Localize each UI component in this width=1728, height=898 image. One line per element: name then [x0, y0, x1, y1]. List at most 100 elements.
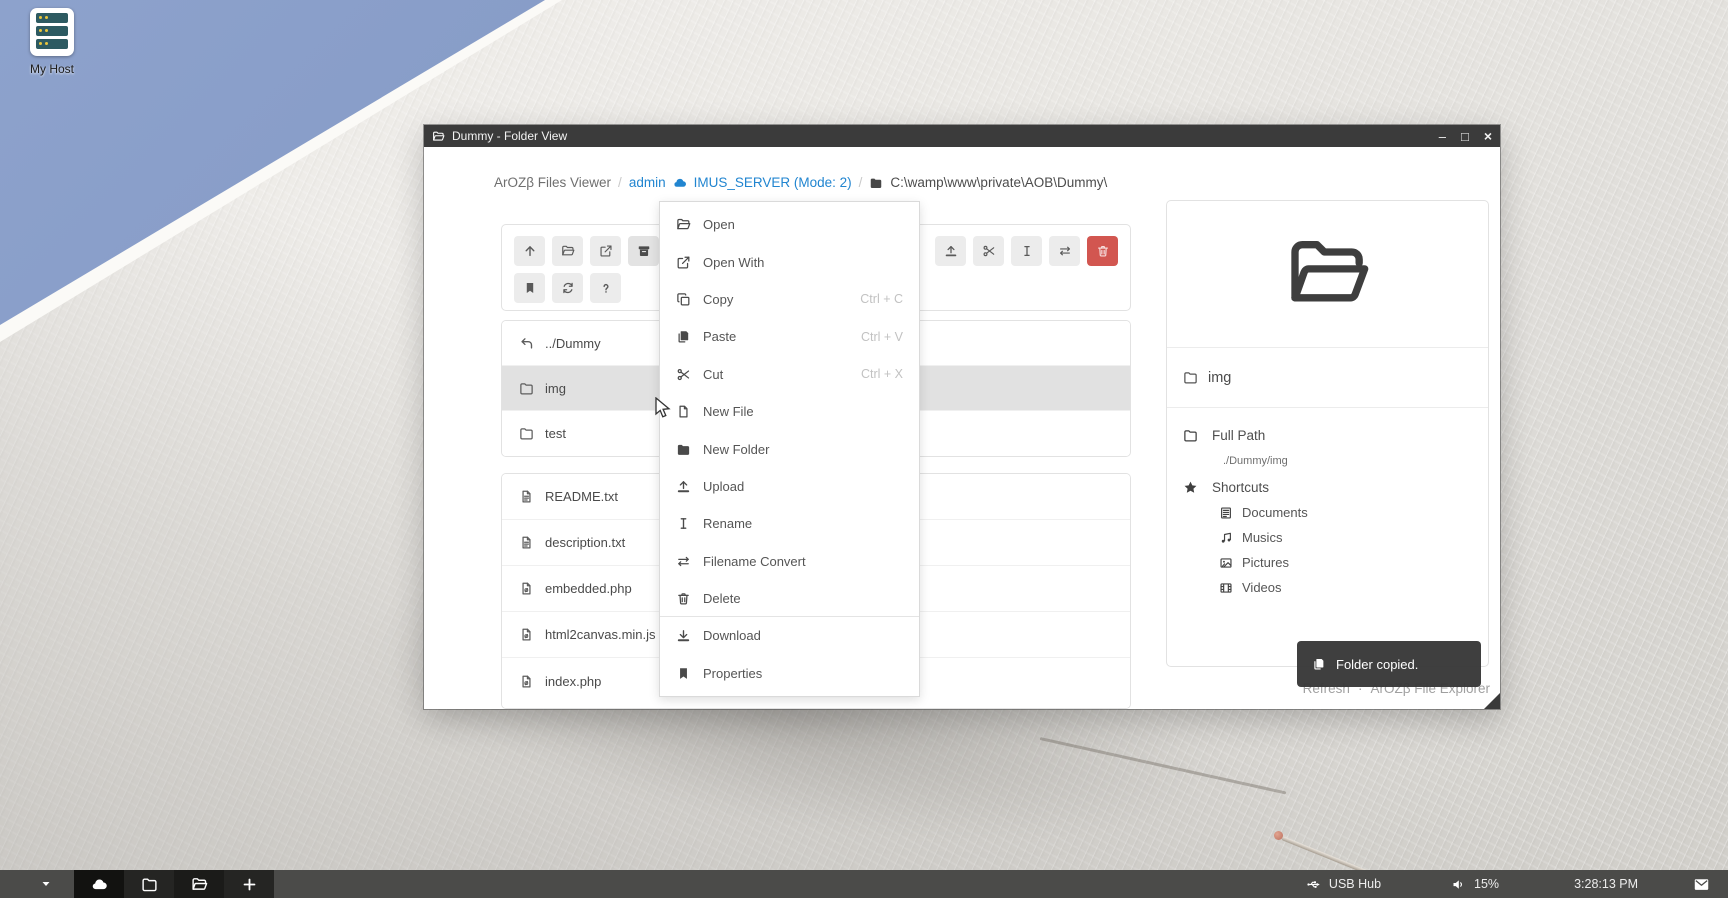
- cloud-icon: [91, 876, 108, 893]
- shortcut-documents[interactable]: Documents: [1167, 500, 1488, 525]
- folder-icon: [1183, 370, 1198, 385]
- film-icon: [1219, 581, 1233, 595]
- menu-item-copy[interactable]: Copy Ctrl + C: [660, 281, 919, 318]
- breadcrumb-user-link[interactable]: admin: [629, 175, 666, 190]
- delete-button[interactable]: [1087, 236, 1118, 266]
- selected-item-row[interactable]: img: [1167, 348, 1488, 408]
- menu-item-new-file[interactable]: New File: [660, 393, 919, 430]
- taskbar-app-folder-open[interactable]: [174, 870, 224, 898]
- folder-open-icon: [432, 130, 445, 143]
- desktop-icon-label: My Host: [14, 62, 90, 76]
- file-row-partial: [502, 704, 1130, 709]
- archive-button[interactable]: [628, 236, 659, 266]
- refresh-button[interactable]: [552, 273, 583, 303]
- paste-icon: [676, 329, 691, 344]
- download-icon: [676, 628, 691, 643]
- menu-item-cut[interactable]: Cut Ctrl + X: [660, 356, 919, 393]
- full-path-value: ./Dummy/img: [1167, 448, 1488, 474]
- full-path-header: Full Path: [1167, 422, 1488, 448]
- swap-icon: [676, 554, 691, 569]
- menu-item-open-with[interactable]: Open With: [660, 243, 919, 280]
- shortcut-videos[interactable]: Videos: [1167, 575, 1488, 600]
- file-text-icon: [519, 489, 534, 504]
- ski-pole-grip: [1274, 831, 1283, 840]
- server-icon: [30, 8, 74, 56]
- menu-item-new-folder[interactable]: New Folder: [660, 430, 919, 467]
- ibeam-icon: [1020, 244, 1034, 258]
- scissors-icon: [676, 367, 691, 382]
- breadcrumb: ArOZβ Files Viewer / admin IMUS_SERVER (…: [494, 175, 1107, 190]
- menu-item-filename-convert[interactable]: Filename Convert: [660, 543, 919, 580]
- usb-label: USB Hub: [1329, 877, 1381, 891]
- file-code-icon: [519, 627, 534, 642]
- breadcrumb-path: C:\wamp\www\private\AOB\Dummy\: [890, 175, 1107, 190]
- go-up-button[interactable]: [514, 236, 545, 266]
- music-icon: [1219, 531, 1233, 545]
- open-with-button[interactable]: [590, 236, 621, 266]
- menu-item-properties[interactable]: Properties: [660, 655, 919, 692]
- preview-area: [1167, 201, 1488, 348]
- upload-icon: [676, 479, 691, 494]
- maximize-button[interactable]: □: [1461, 130, 1469, 143]
- side-panel: img Full Path ./Dummy/img Shortcuts Docu…: [1166, 200, 1489, 667]
- help-button[interactable]: [590, 273, 621, 303]
- star-icon: [1183, 480, 1198, 495]
- volume-level: 15%: [1474, 877, 1499, 891]
- breadcrumb-server-link[interactable]: IMUS_SERVER (Mode: 2): [694, 175, 852, 190]
- scissors-icon: [982, 244, 996, 258]
- file-code-icon: [519, 674, 534, 689]
- tray-usb[interactable]: USB Hub: [1306, 877, 1381, 892]
- taskbar-app-folder[interactable]: [124, 870, 174, 898]
- cut-button[interactable]: [973, 236, 1004, 266]
- close-button[interactable]: ×: [1484, 129, 1492, 143]
- envelope-icon: [1693, 876, 1710, 893]
- folder-icon: [519, 381, 534, 396]
- window-resize-handle[interactable]: [1484, 693, 1500, 709]
- taskbar-app-add[interactable]: [224, 870, 274, 898]
- desktop: My Host Dummy - Folder View – □ × ArOZβ …: [0, 0, 1728, 898]
- external-link-icon: [599, 244, 613, 258]
- menu-item-open[interactable]: Open: [660, 206, 919, 243]
- folder-filled-icon: [869, 176, 883, 190]
- rename-button[interactable]: [1011, 236, 1042, 266]
- refresh-icon: [561, 281, 575, 295]
- file-blank-icon: [676, 404, 691, 419]
- taskbar-app-cloud[interactable]: [74, 870, 124, 898]
- menu-item-delete[interactable]: Delete: [660, 580, 919, 617]
- menu-item-rename[interactable]: Rename: [660, 505, 919, 542]
- parent-folder-label: ../Dummy: [545, 336, 601, 351]
- selected-item-name: img: [1208, 370, 1231, 386]
- menu-item-paste[interactable]: Paste Ctrl + V: [660, 318, 919, 355]
- bookmark-icon: [676, 666, 691, 681]
- upload-button[interactable]: [935, 236, 966, 266]
- folder-open-icon: [191, 876, 208, 893]
- chevron-down-icon[interactable]: [40, 878, 52, 890]
- external-link-icon: [676, 255, 691, 270]
- desktop-icon-my-host[interactable]: My Host: [14, 8, 90, 76]
- shortcuts-header: Shortcuts: [1167, 474, 1488, 500]
- plus-icon: [241, 876, 258, 893]
- tray-clock: 3:28:13 PM: [1574, 877, 1638, 891]
- menu-item-upload[interactable]: Upload: [660, 468, 919, 505]
- window-titlebar[interactable]: Dummy - Folder View – □ ×: [424, 125, 1500, 147]
- reply-icon: [519, 336, 534, 351]
- folder-open-icon: [676, 217, 691, 232]
- folder-view-window: Dummy - Folder View – □ × ArOZβ Files Vi…: [424, 125, 1500, 709]
- properties-button[interactable]: [514, 273, 545, 303]
- filename-convert-button[interactable]: [1049, 236, 1080, 266]
- shortcut-pictures[interactable]: Pictures: [1167, 550, 1488, 575]
- shortcut-musics[interactable]: Musics: [1167, 525, 1488, 550]
- copy-icon: [676, 292, 691, 307]
- tray-volume[interactable]: 15%: [1451, 877, 1499, 892]
- folder-open-icon: [561, 244, 575, 258]
- minimize-button[interactable]: –: [1439, 130, 1446, 143]
- tray-mail[interactable]: [1693, 876, 1710, 893]
- clock-text: 3:28:13 PM: [1574, 877, 1638, 891]
- trash-icon: [676, 591, 691, 606]
- toast-message: Folder copied.: [1336, 657, 1418, 672]
- toast-notification: Folder copied.: [1297, 641, 1481, 687]
- open-button[interactable]: [552, 236, 583, 266]
- folder-icon: [141, 876, 158, 893]
- menu-item-download[interactable]: Download: [660, 617, 919, 654]
- window-title: Dummy - Folder View: [452, 129, 567, 143]
